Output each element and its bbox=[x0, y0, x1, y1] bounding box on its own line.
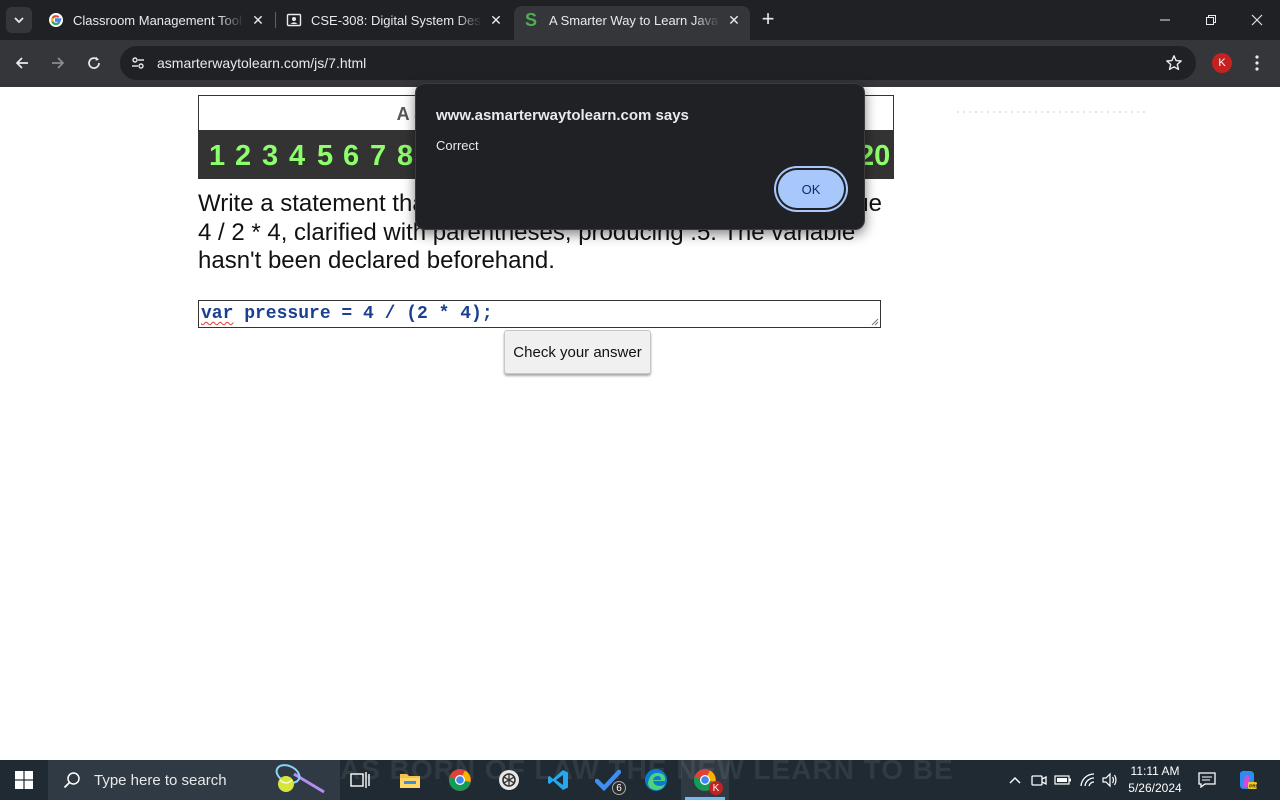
new-tab-button[interactable]: + bbox=[756, 8, 780, 32]
chapter-link[interactable]: 2 bbox=[235, 140, 251, 173]
chapter-link[interactable]: 1 bbox=[209, 140, 225, 173]
camera-icon bbox=[1031, 775, 1047, 786]
network-tray[interactable] bbox=[1078, 770, 1098, 790]
classroom-icon bbox=[286, 12, 302, 28]
svg-text:S: S bbox=[525, 11, 537, 29]
check-answer-button[interactable]: Check your answer bbox=[504, 330, 651, 374]
reload-icon bbox=[88, 56, 100, 69]
task-view-button[interactable] bbox=[336, 760, 384, 800]
dotted-divider bbox=[955, 111, 1145, 113]
site-settings-icon[interactable] bbox=[128, 53, 148, 73]
volume-tray[interactable] bbox=[1100, 770, 1120, 790]
smarter-way-icon: S bbox=[524, 11, 540, 29]
chapter-link[interactable]: 4 bbox=[289, 140, 305, 173]
show-hidden-icons-button[interactable] bbox=[1005, 770, 1025, 790]
tennis-ball-illustration-icon bbox=[275, 764, 325, 794]
tab-smarter-way[interactable]: S A Smarter Way to Learn JavaScript ✕ bbox=[514, 6, 750, 40]
vscode-taskbar[interactable] bbox=[534, 760, 582, 800]
openai-icon bbox=[499, 770, 519, 790]
tab-strip: Classroom Management Tools & Resources ✕… bbox=[0, 0, 1280, 40]
google-icon bbox=[48, 12, 64, 28]
answer-textarea[interactable]: var pressure = 4 / (2 * 4); bbox=[198, 300, 881, 328]
folder-icon bbox=[400, 774, 420, 788]
chapter-link[interactable]: 8 bbox=[397, 140, 413, 173]
answer-keyword: var bbox=[201, 304, 234, 324]
tab-title: CSE-308: Digital System Design bbox=[311, 12, 482, 28]
tab-search-button[interactable] bbox=[6, 7, 32, 33]
chrome-taskbar[interactable] bbox=[436, 760, 484, 800]
battery-icon bbox=[1054, 775, 1071, 785]
chapter-link[interactable]: 3 bbox=[262, 140, 278, 173]
action-center-icon bbox=[1198, 772, 1216, 788]
profile-badge: K bbox=[709, 781, 723, 795]
chatgpt-taskbar[interactable] bbox=[485, 760, 533, 800]
dialog-message: Correct bbox=[436, 138, 479, 153]
close-window-button[interactable] bbox=[1234, 0, 1280, 40]
tab-classroom-tools[interactable]: Classroom Management Tools & Resources ✕ bbox=[38, 6, 274, 34]
menu-button[interactable] bbox=[1247, 51, 1267, 75]
close-tab-icon[interactable]: ✕ bbox=[726, 12, 742, 28]
search-placeholder: Type here to search bbox=[94, 771, 227, 789]
file-explorer-taskbar[interactable] bbox=[386, 760, 434, 800]
minimize-icon bbox=[1160, 19, 1170, 21]
minimize-button[interactable] bbox=[1142, 0, 1188, 40]
tab-title: A Smarter Way to Learn JavaScript bbox=[549, 12, 720, 28]
alert-dialog: www.asmarterwaytolearn.com says Correct … bbox=[415, 83, 865, 230]
address-bar[interactable]: asmarterwaytolearn.com/js/7.html bbox=[120, 46, 1196, 80]
forward-button[interactable] bbox=[43, 48, 73, 78]
bookmark-star-icon[interactable] bbox=[1164, 53, 1184, 73]
windows-taskbar: AS BORN OF LAW THE NEW LEARN TO BE Type … bbox=[0, 754, 1280, 800]
taskbar-clock[interactable]: 11:11 AM 5/26/2024 bbox=[1120, 763, 1190, 797]
resize-grip-icon[interactable] bbox=[870, 317, 879, 326]
arrow-right-icon bbox=[52, 57, 65, 69]
close-tab-icon[interactable]: ✕ bbox=[488, 12, 504, 28]
chrome-icon bbox=[448, 769, 471, 791]
copilot-icon: PRE bbox=[1240, 770, 1258, 789]
meet-now-tray[interactable] bbox=[1029, 770, 1049, 790]
notification-badge: 6 bbox=[612, 781, 626, 795]
chapter-link[interactable]: 5 bbox=[317, 140, 333, 173]
url-text[interactable]: asmarterwaytolearn.com/js/7.html bbox=[157, 55, 366, 71]
edge-taskbar[interactable] bbox=[632, 760, 680, 800]
notifications-tray[interactable] bbox=[1197, 770, 1217, 790]
wifi-icon bbox=[1080, 773, 1095, 787]
edge-icon bbox=[645, 769, 667, 791]
vscode-icon bbox=[548, 770, 568, 790]
windows-logo-icon bbox=[15, 771, 33, 789]
taskbar-search-box[interactable]: Type here to search bbox=[48, 760, 340, 800]
chapter-link[interactable]: 6 bbox=[343, 140, 359, 173]
dialog-title: www.asmarterwaytolearn.com says bbox=[436, 107, 689, 124]
task-view-icon bbox=[350, 772, 370, 788]
arrow-left-icon bbox=[15, 57, 28, 69]
start-button[interactable] bbox=[0, 760, 48, 800]
chrome-profile-taskbar[interactable]: K bbox=[681, 760, 729, 800]
clock-date: 5/26/2024 bbox=[1128, 781, 1182, 795]
svg-text:PRE: PRE bbox=[1249, 784, 1258, 789]
answer-value[interactable]: var pressure = 4 / (2 * 4); bbox=[201, 304, 493, 324]
ok-button[interactable]: OK bbox=[778, 170, 844, 208]
back-button[interactable] bbox=[7, 48, 37, 78]
copilot-tray[interactable]: PRE bbox=[1236, 769, 1258, 791]
clock-time: 11:11 AM bbox=[1130, 764, 1180, 778]
tab-cse308[interactable]: CSE-308: Digital System Design ✕ bbox=[276, 6, 512, 34]
restore-icon bbox=[1206, 15, 1216, 25]
todo-taskbar[interactable]: 6 bbox=[584, 760, 632, 800]
battery-tray[interactable] bbox=[1053, 770, 1073, 790]
chapter-link[interactable]: 7 bbox=[370, 140, 386, 173]
close-tab-icon[interactable]: ✕ bbox=[250, 12, 266, 28]
browser-toolbar: asmarterwaytolearn.com/js/7.html bbox=[0, 40, 1280, 87]
restore-button[interactable] bbox=[1188, 0, 1234, 40]
chevron-down-icon bbox=[14, 17, 24, 24]
search-icon bbox=[62, 770, 82, 790]
speaker-icon bbox=[1102, 772, 1117, 788]
profile-avatar[interactable]: K bbox=[1212, 53, 1232, 73]
close-icon bbox=[1251, 14, 1263, 26]
chevron-up-icon bbox=[1009, 777, 1021, 784]
answer-remainder: pressure = 4 / (2 * 4); bbox=[233, 304, 493, 324]
more-vert-icon bbox=[1255, 55, 1259, 71]
reload-button[interactable] bbox=[79, 48, 109, 78]
tab-title: Classroom Management Tools & Resources bbox=[73, 12, 244, 28]
